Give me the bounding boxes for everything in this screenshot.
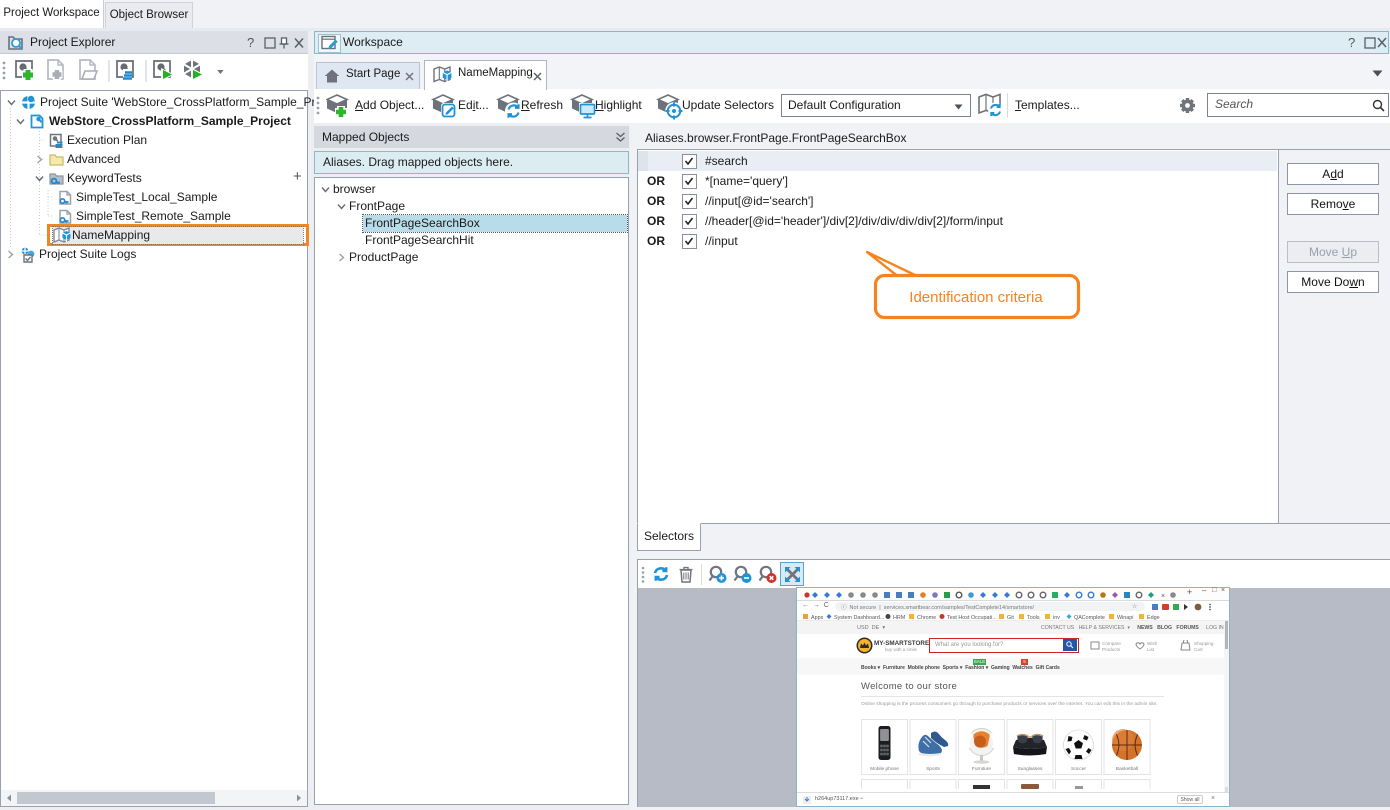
svg-text:Sports: Sports: [926, 766, 940, 772]
svg-text:Winapi: Winapi: [1117, 615, 1133, 620]
svg-text:Sunglasses: Sunglasses: [1018, 766, 1043, 772]
svg-text:Basketball: Basketball: [1116, 766, 1138, 772]
svg-text:Test Host Occupati...: Test Host Occupati...: [947, 615, 997, 620]
svg-text:Soccer: Soccer: [1071, 766, 1086, 772]
svg-text:inv: inv: [1053, 615, 1060, 620]
svg-text:Wish: Wish: [1147, 641, 1158, 646]
svg-text:Chrome: Chrome: [917, 615, 936, 620]
svg-text:System Dashboard...: System Dashboard...: [834, 615, 884, 620]
svg-text:×: ×: [1161, 593, 1165, 600]
svg-text:Mobile phone: Mobile phone: [870, 766, 899, 772]
svg-text:Edge: Edge: [1147, 615, 1160, 620]
svg-text:Identification criteria: Identification criteria: [909, 289, 1043, 306]
svg-text:Shopping: Shopping: [1194, 641, 1214, 646]
svg-text:Tools: Tools: [1027, 615, 1040, 620]
svg-text:Products: Products: [1102, 647, 1121, 652]
svg-text:Compare: Compare: [1102, 641, 1121, 646]
svg-text:Furniture: Furniture: [972, 766, 992, 772]
svg-text:Cart: Cart: [1194, 647, 1203, 652]
svg-text:QAComplete: QAComplete: [1074, 615, 1105, 620]
svg-text:HRM: HRM: [893, 615, 906, 620]
svg-text:List: List: [1147, 647, 1155, 652]
svg-text:Apps: Apps: [811, 615, 824, 620]
svg-text:Git: Git: [1007, 615, 1014, 620]
